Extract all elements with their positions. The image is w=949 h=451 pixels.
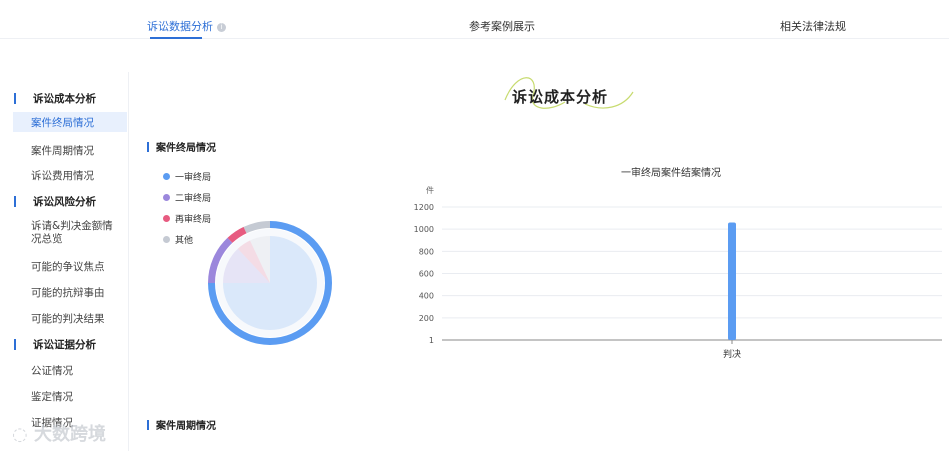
sidebar-item-label: 案件终局情况 (31, 117, 94, 129)
bar-chart-title: 一审终局案件结案情况 (621, 168, 721, 179)
case-outcome-pie-chart (208, 221, 332, 345)
x-tick-label: 判决 (723, 348, 741, 360)
sidebar-item-label: 可能的争议焦点 (31, 261, 105, 273)
legend-item[interactable]: 其他 (163, 233, 211, 254)
legend-label: 其他 (175, 236, 194, 246)
info-icon[interactable]: i (217, 23, 226, 32)
sidebar: 诉讼成本分析 案件终局情况 案件周期情况 诉讼费用情况 诉讼风险分析 诉请&判决… (0, 72, 129, 451)
tab-litigation-data-analysis[interactable]: 诉讼数据分析 i (147, 18, 226, 34)
legend-dot (163, 236, 170, 243)
legend-item[interactable]: 再审终局 (163, 212, 211, 233)
group-marker (14, 339, 16, 350)
tab-label: 相关法律法规 (780, 20, 846, 33)
section-title-text: 案件周期情况 (156, 421, 216, 432)
y-tick-label: 800 (419, 247, 434, 256)
sidebar-group-label: 诉讼成本分析 (33, 93, 96, 105)
y-tick-label: 200 (419, 314, 434, 323)
watermark-text: 大数跨境 (34, 424, 106, 445)
section-marker (147, 142, 149, 152)
sidebar-item-label: 公证情况 (31, 365, 73, 377)
legend-label: 二审终局 (175, 194, 212, 204)
y-tick-label: 1200 (414, 203, 434, 212)
tab-label: 参考案例展示 (469, 20, 535, 33)
group-marker (14, 196, 16, 207)
tab-reference-cases[interactable]: 参考案例展示 (469, 18, 535, 34)
y-tick-label: 600 (419, 270, 434, 279)
sidebar-item-label: 案件周期情况 (31, 145, 94, 157)
page-title: 诉讼成本分析 (512, 88, 609, 106)
pie-legend: 一审终局 二审终局 再审终局 其他 (163, 170, 211, 254)
legend-dot (163, 215, 170, 222)
y-tick-label: 400 (419, 292, 434, 301)
tab-label: 诉讼数据分析 (147, 20, 213, 33)
watermark-icon: ◌ (12, 424, 28, 445)
active-tab-indicator (150, 37, 202, 39)
top-tab-bar: 诉讼数据分析 i 参考案例展示 相关法律法规 (0, 0, 949, 39)
sidebar-item-case-outcome[interactable]: 案件终局情况 (13, 112, 127, 132)
sidebar-item-label: 可能的抗辩事由 (31, 287, 105, 299)
watermark-logo: ◌ 大数跨境 (12, 420, 106, 446)
y-tick-label: 1 (429, 336, 434, 345)
section-title-case-duration: 案件周期情况 (147, 417, 216, 432)
group-marker (14, 93, 16, 104)
legend-dot (163, 173, 170, 180)
section-title-text: 案件终局情况 (156, 143, 216, 154)
sidebar-group-label: 诉讼风险分析 (33, 196, 96, 208)
bar-判决[interactable] (728, 222, 736, 340)
sidebar-item-label: 可能的判决结果 (31, 313, 105, 325)
sidebar-item-label: 诉请&判决金额情况总览 (31, 220, 113, 245)
tab-related-laws[interactable]: 相关法律法规 (780, 18, 846, 34)
case-result-bar-chart: 120040060080010001200判决 (414, 203, 942, 360)
y-tick-label: 1000 (414, 225, 434, 234)
section-title-case-outcome: 案件终局情况 (147, 139, 216, 154)
legend-label: 一审终局 (175, 173, 212, 183)
sidebar-group-label: 诉讼证据分析 (33, 339, 96, 351)
legend-dot (163, 194, 170, 201)
legend-item[interactable]: 一审终局 (163, 170, 211, 191)
sidebar-item-label: 鉴定情况 (31, 391, 73, 403)
section-marker (147, 420, 149, 430)
sidebar-item-claims-judgment-overview[interactable]: 诉请&判决金额情况总览 (0, 220, 128, 248)
sidebar-item-label: 诉讼费用情况 (31, 170, 94, 182)
legend-item[interactable]: 二审终局 (163, 191, 211, 212)
